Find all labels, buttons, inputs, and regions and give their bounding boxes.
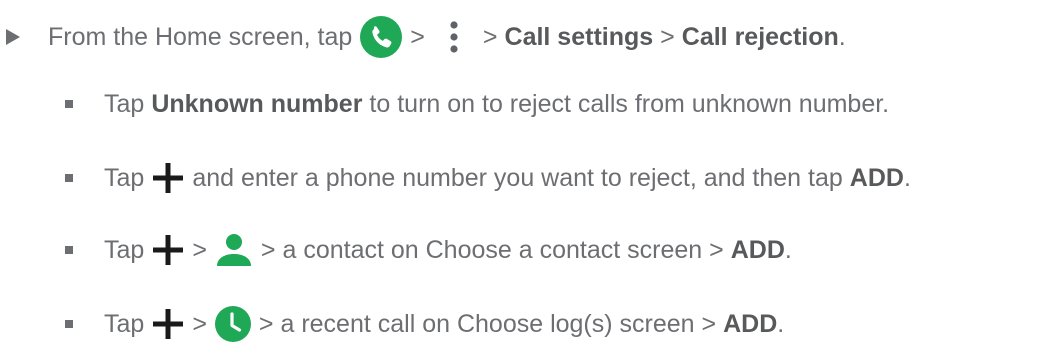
substep-add-contact: Tap > > a contact on Choose a contact sc… (104, 228, 792, 272)
more-options-icon (432, 20, 476, 54)
unknown-number-label: Unknown number (151, 89, 363, 118)
substep-unknown-number: Tap Unknown number to turn on to reject … (104, 82, 889, 126)
separator-gt: > (192, 309, 207, 338)
substep-text: and enter a phone number you want to rej… (192, 163, 843, 192)
tap-text: Tap (104, 163, 145, 192)
separator-gt: > (192, 235, 207, 264)
plus-icon (151, 233, 185, 267)
plus-icon (151, 307, 185, 341)
separator-gt: > (482, 22, 498, 51)
tap-text: Tap (104, 89, 145, 118)
add-label: ADD (730, 235, 785, 264)
substep-add-recent-call: Tap > > a recent call on Choose log(s) s… (104, 302, 784, 346)
step-arrow-icon (6, 29, 20, 45)
separator-gt: > (410, 22, 425, 51)
bullet-icon (65, 246, 73, 254)
separator-gt: > (660, 22, 675, 51)
call-settings-label: Call settings (504, 22, 654, 51)
tap-text: Tap (104, 309, 145, 338)
substep-add-number: Tap and enter a phone number you want to… (104, 156, 911, 200)
call-rejection-label: Call rejection (681, 22, 839, 51)
bullet-icon (65, 174, 73, 182)
bullet-icon (65, 320, 73, 328)
substep-text: > a recent call on Choose log(s) screen … (258, 309, 717, 338)
add-label: ADD (849, 163, 904, 192)
bullet-icon (65, 100, 73, 108)
period: . (838, 22, 846, 51)
period: . (777, 309, 785, 338)
recent-calls-icon (214, 305, 252, 343)
contact-person-icon (214, 233, 254, 267)
add-label: ADD (723, 309, 778, 338)
period: . (784, 235, 792, 264)
tap-text: Tap (104, 235, 145, 264)
substep-text: > a contact on Choose a contact screen > (260, 235, 724, 264)
period: . (903, 163, 911, 192)
plus-icon (151, 161, 185, 195)
main-step-text: From the Home screen, tap (48, 22, 353, 51)
phone-app-icon (359, 15, 403, 59)
main-step-line: From the Home screen, tap > > Call setti… (48, 15, 846, 59)
substep-text: to turn on to reject calls from unknown … (369, 89, 890, 118)
